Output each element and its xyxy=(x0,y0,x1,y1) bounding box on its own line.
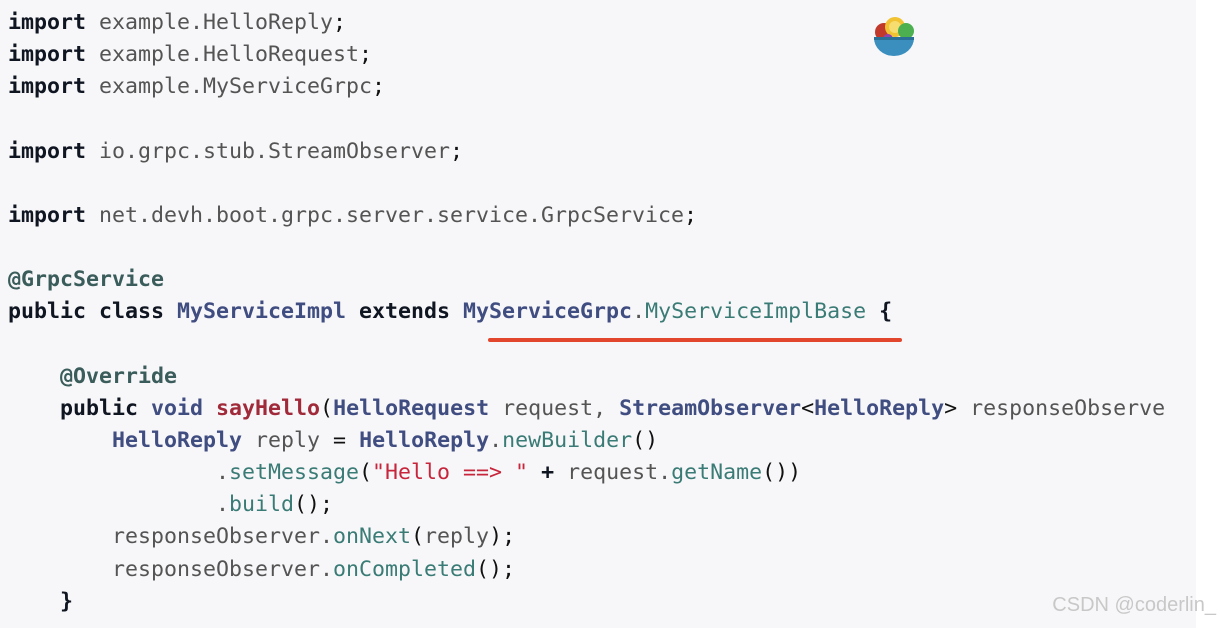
code-token: . xyxy=(632,299,646,325)
code-token: . xyxy=(8,460,230,486)
code-token: () xyxy=(632,427,659,453)
code-token: example.MyServiceGrpc xyxy=(86,74,373,100)
code-line: } xyxy=(8,586,73,618)
code-line: @Override xyxy=(8,361,177,393)
code-token: ()) xyxy=(762,460,802,486)
code-token: setMessage xyxy=(229,460,360,486)
code-token: import xyxy=(8,42,87,68)
code-token: responseObserver. xyxy=(8,524,334,550)
code-token: ( xyxy=(359,460,373,486)
code-token: io.grpc.stub.StreamObserver xyxy=(86,138,451,164)
code-token: reply xyxy=(424,524,490,550)
code-token: example.HelloRequest xyxy=(86,42,360,68)
code-line: .setMessage("Hello ==> " + request.getNa… xyxy=(8,457,801,489)
code-token: onCompleted xyxy=(333,556,477,582)
code-token: (); xyxy=(294,492,334,518)
code-token: responseObserve xyxy=(957,395,1166,421)
watermark: CSDN @coderlin_ xyxy=(1052,594,1216,616)
code-token: request, xyxy=(489,395,620,421)
code-token: reply xyxy=(242,427,334,453)
code-token: ; xyxy=(450,138,464,164)
code-token: . xyxy=(489,427,503,453)
code-token: net.devh.boot.grpc.server.service.GrpcSe… xyxy=(86,202,685,228)
code-line: responseObserver.onNext(reply); xyxy=(8,521,515,553)
code-token: @GrpcService xyxy=(8,267,165,293)
code-line: HelloReply reply = HelloReply.newBuilder… xyxy=(8,425,658,457)
code-token: request. xyxy=(567,460,672,486)
code-token: public class xyxy=(8,299,178,325)
code-line: import io.grpc.stub.StreamObserver; xyxy=(8,136,463,168)
code-token: ; xyxy=(359,42,373,68)
code-token: void xyxy=(151,395,217,421)
code-token: sayHello xyxy=(216,395,321,421)
code-token: StreamObserver xyxy=(619,395,802,421)
code-token: { xyxy=(866,299,893,325)
code-token: newBuilder xyxy=(502,427,633,453)
code-token: import xyxy=(8,10,87,35)
code-token: build xyxy=(229,492,295,518)
code-token: HelloReply xyxy=(112,427,243,453)
code-token: MyServiceImpl xyxy=(177,299,347,325)
code-token: import xyxy=(8,74,87,100)
code-line: import example.MyServiceGrpc; xyxy=(8,71,385,103)
code-token: public xyxy=(8,395,152,421)
code-token: @Override xyxy=(60,363,178,389)
code-token: } xyxy=(8,588,74,614)
code-token: ; xyxy=(372,74,386,100)
code-token: + xyxy=(528,460,568,486)
code-token: HelloReply xyxy=(814,395,945,421)
code-token: MyServiceGrpc xyxy=(463,299,633,325)
code-token: ( xyxy=(320,395,334,421)
code-line: public void sayHello(HelloRequest reques… xyxy=(8,393,1165,425)
code-line: responseObserver.onCompleted(); xyxy=(8,554,515,586)
code-token: HelloReply xyxy=(359,427,490,453)
code-line: import example.HelloRequest; xyxy=(8,39,372,71)
code-token: MyServiceImplBase xyxy=(645,299,867,325)
code-token: . xyxy=(8,492,230,518)
code-token: HelloRequest xyxy=(333,395,490,421)
code-token: ; xyxy=(684,202,698,228)
code-token: getName xyxy=(671,460,763,486)
code-token: ); xyxy=(489,524,516,550)
code-token: ( xyxy=(411,524,425,550)
code-token: onNext xyxy=(333,524,412,550)
code-token: > xyxy=(944,395,958,421)
code-token: (); xyxy=(476,556,516,582)
code-token: extends xyxy=(346,299,464,325)
code-block: import example.HelloReply; import example… xyxy=(0,0,1196,628)
code-token: < xyxy=(801,395,815,421)
salad-bowl-icon xyxy=(874,17,914,56)
code-line: import net.devh.boot.grpc.server.service… xyxy=(8,200,697,232)
code-token: "Hello ==> " xyxy=(372,460,529,486)
code-token: import xyxy=(8,138,87,164)
code-token: ; xyxy=(333,10,347,35)
code-token: example.HelloReply xyxy=(86,10,334,35)
code-token: = xyxy=(333,427,347,453)
code-line: public class MyServiceImpl extends MySer… xyxy=(8,296,892,328)
code-token: import xyxy=(8,202,87,228)
code-line: import example.HelloReply; xyxy=(8,7,346,39)
code-line: @GrpcService xyxy=(8,264,164,296)
code-line: .build(); xyxy=(8,489,333,521)
code-token: responseObserver. xyxy=(8,556,334,582)
highlight-underline xyxy=(488,338,902,342)
